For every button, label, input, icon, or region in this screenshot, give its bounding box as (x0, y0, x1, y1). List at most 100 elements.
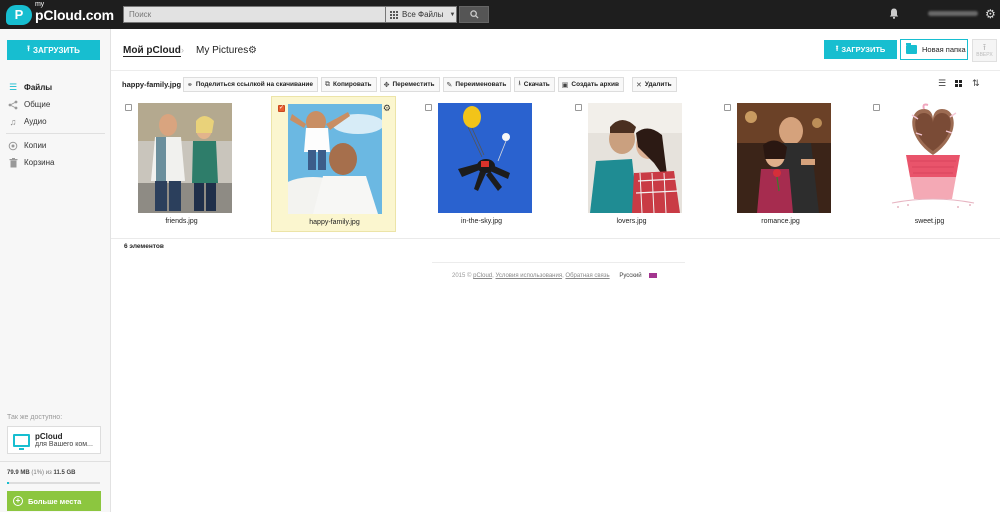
rename-icon: ✎ (446, 81, 453, 89)
sidebar-item-label: Аудио (24, 117, 47, 126)
file-tile[interactable]: romance.jpg (718, 96, 843, 232)
search-scope-dropdown[interactable]: Все Файлы ▼ (385, 6, 457, 23)
link-icon: ⚭ (187, 81, 193, 89)
list-view-icon[interactable]: ☰ (938, 79, 946, 88)
list-icon: ☰ (8, 82, 18, 92)
create-archive-button[interactable]: ▣ Создать архив (557, 77, 625, 92)
delete-button[interactable]: ✕ Удалить (632, 77, 677, 92)
sidebar-item-shared[interactable]: Общие (0, 96, 111, 113)
upload-button[interactable]: ⭱ ЗАГРУЗИТЬ (824, 40, 897, 59)
sidebar-item-label: Общие (24, 100, 51, 109)
copy-button[interactable]: ⧉ Копировать (321, 77, 377, 92)
storage-quota-fill (7, 482, 9, 484)
plus-circle-icon: + (13, 496, 23, 506)
search-input[interactable]: Поиск (123, 6, 389, 23)
breadcrumb-root[interactable]: Мой pCloud (123, 45, 181, 57)
divider (432, 262, 685, 263)
file-checkbox[interactable] (125, 104, 132, 111)
notification-bell-icon[interactable] (889, 8, 899, 19)
item-count: 6 элементов (124, 243, 164, 250)
file-checkbox[interactable] (575, 104, 582, 111)
up-button[interactable]: ⭱ ВВЕРХ (972, 39, 997, 62)
file-name[interactable]: friends.jpg (119, 218, 244, 225)
thumbnail-sweet (886, 103, 980, 213)
settings-gear-icon[interactable]: ⚙ (985, 8, 996, 20)
upload-icon: ⭱ (27, 44, 30, 53)
thumbnail-happy-family (288, 104, 382, 214)
arrow-up-icon: ⭱ (982, 42, 987, 52)
pcloud-logo[interactable]: P my pCloud.com (6, 0, 114, 25)
file-tile[interactable]: sweet.jpg (867, 96, 992, 232)
file-grid: friends.jpg ✓ ⚙ happy-family.jpg in-the-… (111, 96, 1000, 238)
footer-terms-link[interactable]: Условия использования (495, 273, 562, 279)
footer-brand-link[interactable]: pCloud (473, 273, 492, 279)
grid-view-icon[interactable] (955, 79, 963, 88)
more-space-label: Больше места (28, 496, 82, 506)
thumbnail-in-the-sky (438, 103, 532, 213)
sidebar-item-label: Корзина (24, 158, 55, 167)
divider (0, 461, 111, 462)
language-flag-icon[interactable] (649, 273, 658, 278)
file-tile[interactable]: lovers.jpg (569, 96, 694, 232)
search-button[interactable] (459, 6, 489, 23)
chevron-down-icon: ▼ (449, 11, 456, 18)
desktop-app-card[interactable]: pCloud для Вашего ком... (7, 426, 101, 454)
file-checkbox-checked[interactable]: ✓ (278, 105, 285, 112)
sidebar-upload-button[interactable]: ⭱ ЗАГРУЗИТЬ (7, 40, 100, 60)
move-button[interactable]: ✥ Переместить (379, 77, 440, 92)
footer-feedback-link[interactable]: Обратная связь (565, 273, 609, 279)
download-button[interactable]: ⭳ Скачать (514, 77, 555, 92)
audio-icon: ♫ (9, 116, 17, 127)
upload-label: ЗАГРУЗИТЬ (841, 45, 886, 54)
language-selector[interactable]: Русский (619, 273, 641, 279)
file-name[interactable]: romance.jpg (718, 218, 843, 225)
thumbnail-romance (737, 103, 831, 213)
grid-icon (390, 10, 398, 19)
sidebar-item-label: Файлы (24, 83, 53, 92)
copy-icon: ⧉ (325, 80, 331, 88)
logo-text: my pCloud.com (35, 0, 114, 23)
upload-icon: ⭱ (835, 44, 839, 53)
file-checkbox[interactable] (425, 104, 432, 111)
download-icon: ⭳ (518, 80, 521, 87)
divider (111, 238, 1000, 239)
folder-icon (906, 43, 917, 54)
also-available-label: Так же доступно: (7, 414, 63, 421)
breadcrumb-separator: › (181, 45, 184, 55)
app-card-subtitle: для Вашего ком... (35, 441, 93, 448)
trash-icon (8, 157, 18, 168)
share-link-button[interactable]: ⚭ Поделиться ссылкой на скачивание (183, 77, 319, 92)
sidebar-item-audio[interactable]: ♫ Аудио (0, 113, 111, 130)
new-folder-label: Новая папка (922, 45, 966, 54)
file-tile-selected[interactable]: ✓ ⚙ happy-family.jpg (271, 96, 396, 232)
selected-file-name: happy-family.jpg (122, 80, 182, 89)
more-space-button[interactable]: + Больше места (7, 491, 101, 511)
move-icon: ✥ (383, 81, 390, 89)
sidebar-item-backups[interactable]: Копии (0, 137, 111, 154)
sidebar-item-label: Копии (24, 141, 47, 150)
folder-settings-gear-icon[interactable]: ⚙ (248, 45, 257, 56)
file-tile[interactable]: in-the-sky.jpg (419, 96, 544, 232)
sidebar-nav: ☰ Файлы Общие ♫ Аудио Копии Корзина (0, 79, 111, 171)
file-options-gear-icon[interactable]: ⚙ (383, 103, 391, 114)
file-name[interactable]: happy-family.jpg (272, 219, 397, 226)
file-name[interactable]: sweet.jpg (867, 218, 992, 225)
divider (111, 70, 1000, 71)
sidebar-item-files[interactable]: ☰ Файлы (0, 79, 111, 96)
file-checkbox[interactable] (724, 104, 731, 111)
search-icon (469, 10, 479, 19)
user-email-blurred[interactable] (928, 11, 978, 16)
thumbnail-lovers (588, 103, 682, 213)
footer-copyright: 2015 © (452, 273, 472, 280)
file-name[interactable]: in-the-sky.jpg (419, 218, 544, 225)
pcloud-logo-badge: P (6, 4, 32, 25)
file-checkbox[interactable] (873, 104, 880, 111)
sidebar-upload-label: ЗАГРУЗИТЬ (32, 45, 80, 55)
rename-button[interactable]: ✎ Переименовать (442, 77, 512, 92)
new-folder-button[interactable]: Новая папка (900, 39, 968, 60)
file-name[interactable]: lovers.jpg (569, 218, 694, 225)
divider (6, 133, 105, 134)
file-tile[interactable]: friends.jpg (119, 96, 244, 232)
sort-icon[interactable]: ⇅ (972, 79, 980, 88)
sidebar-item-trash[interactable]: Корзина (0, 154, 111, 171)
